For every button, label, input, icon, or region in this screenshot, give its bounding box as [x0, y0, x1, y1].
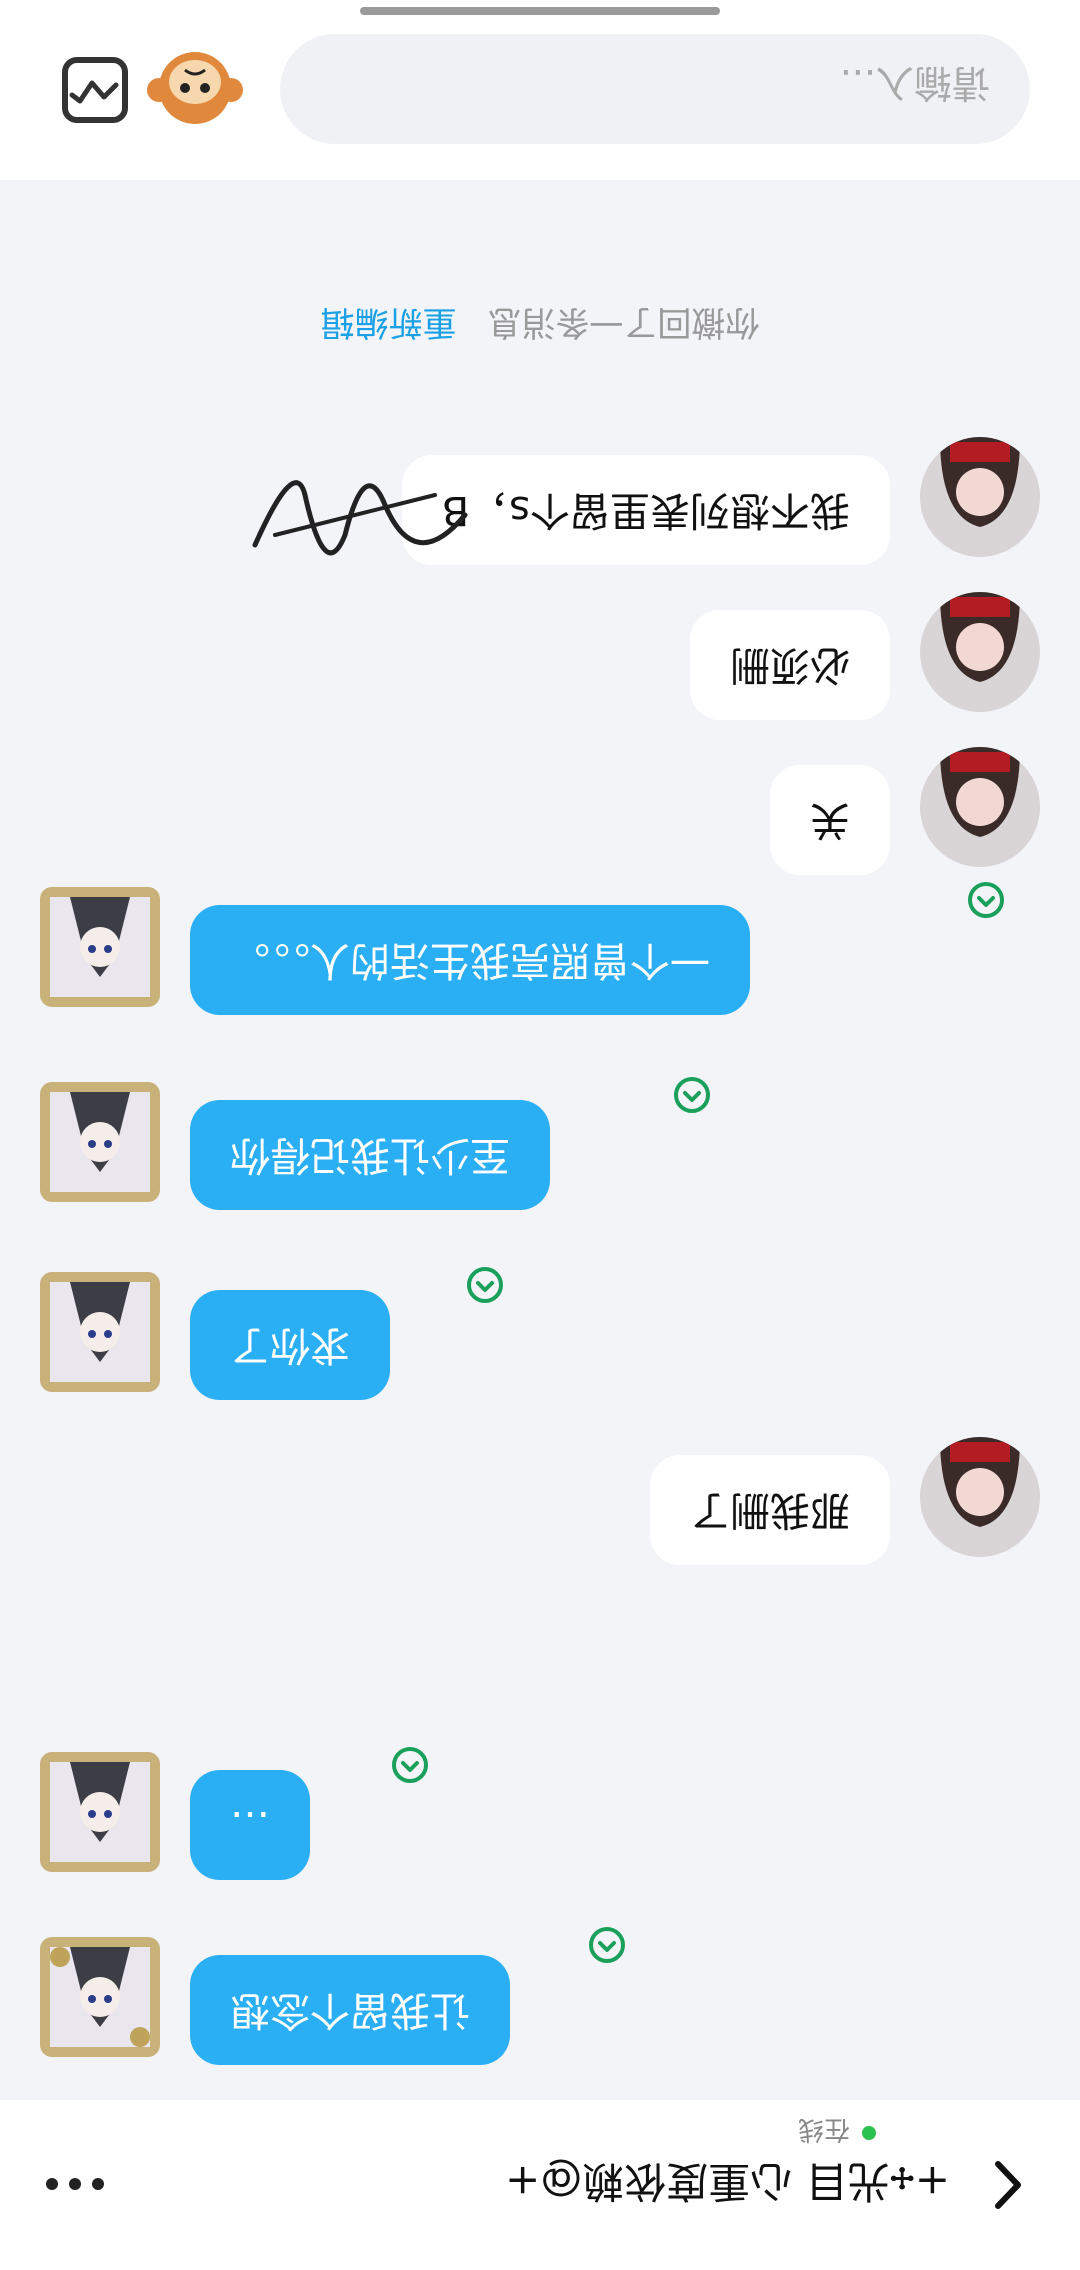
message-bubble[interactable]: … — [190, 1770, 310, 1880]
read-check-icon — [467, 1267, 503, 1303]
back-button[interactable] — [970, 2150, 1040, 2220]
message-row: 求你了 — [0, 1260, 1080, 1400]
message-input[interactable]: 请输入... — [280, 34, 1030, 144]
message-row: 我不想列表里留个s，B — [0, 425, 1080, 565]
re-edit-link[interactable]: 重新编辑 — [321, 302, 457, 342]
chart-icon — [62, 57, 128, 123]
read-check-icon — [674, 1077, 710, 1113]
monkey-emoji-icon — [147, 52, 243, 124]
message-bubble[interactable]: 一个曾照亮我生活的人。。。 — [190, 905, 750, 1015]
chat-header: +🕂光目 心重度依赖@+ 在线 — [0, 2100, 1080, 2270]
message-row: 关 — [0, 735, 1080, 875]
message-bubble[interactable]: 那我删了 — [650, 1455, 890, 1565]
message-row: 一个曾照亮我生活的人。。。 — [0, 875, 1080, 1015]
message-bubble[interactable]: 让我留个念想 — [190, 1955, 510, 2065]
read-check-icon — [392, 1747, 428, 1783]
message-row: 那我删了 — [0, 1425, 1080, 1565]
more-dot — [46, 2178, 58, 2190]
online-status-label: 在线 — [797, 2114, 850, 2144]
my-avatar[interactable] — [920, 437, 1040, 557]
contact-avatar[interactable] — [40, 1272, 160, 1392]
contact-avatar[interactable] — [40, 1937, 160, 2057]
input-placeholder: 请输入... — [839, 61, 990, 105]
my-avatar[interactable] — [920, 592, 1040, 712]
recall-notice: 你撤回了一条消息 重新编辑 — [0, 301, 1080, 350]
read-check-icon — [968, 882, 1004, 918]
my-avatar[interactable] — [920, 747, 1040, 867]
message-bubble[interactable]: 求你了 — [190, 1290, 390, 1400]
scribble-overlay — [252, 480, 468, 556]
message-bubble[interactable]: 至少让我记得你 — [190, 1100, 550, 1210]
more-dot — [69, 2178, 81, 2190]
home-indicator — [360, 7, 720, 15]
online-status: 在线 — [798, 2114, 876, 2150]
more-button[interactable] — [40, 2160, 110, 2210]
message-bubble[interactable]: 关 — [770, 765, 890, 875]
chat-title: +🕂光目 心重度依赖@+ — [505, 2157, 950, 2206]
message-row: 让我留个念想 — [0, 1925, 1080, 2065]
message-row: … — [0, 1740, 1080, 1880]
my-avatar[interactable] — [920, 1437, 1040, 1557]
contact-avatar[interactable] — [40, 1752, 160, 1872]
input-bar: 请输入... — [0, 0, 1080, 180]
recall-text: 你撤回了一条消息 — [487, 302, 760, 342]
sticker-button[interactable] — [145, 40, 245, 140]
contact-avatar[interactable] — [40, 1082, 160, 1202]
chat-screen: +🕂光目 心重度依赖@+ 在线 让我留个念想 … 那我删了 求你了 至少让我记得… — [0, 0, 1080, 2270]
contact-avatar[interactable] — [40, 887, 160, 1007]
more-dots-icon — [92, 2178, 104, 2190]
chevron-left-icon — [995, 2161, 1021, 2209]
message-bubble[interactable]: 必须删 — [690, 610, 890, 720]
message-row: 至少让我记得你 — [0, 1070, 1080, 1210]
online-dot — [862, 2126, 876, 2140]
read-check-icon — [589, 1927, 625, 1963]
chart-button[interactable] — [60, 55, 130, 125]
message-row: 必须删 — [0, 580, 1080, 720]
